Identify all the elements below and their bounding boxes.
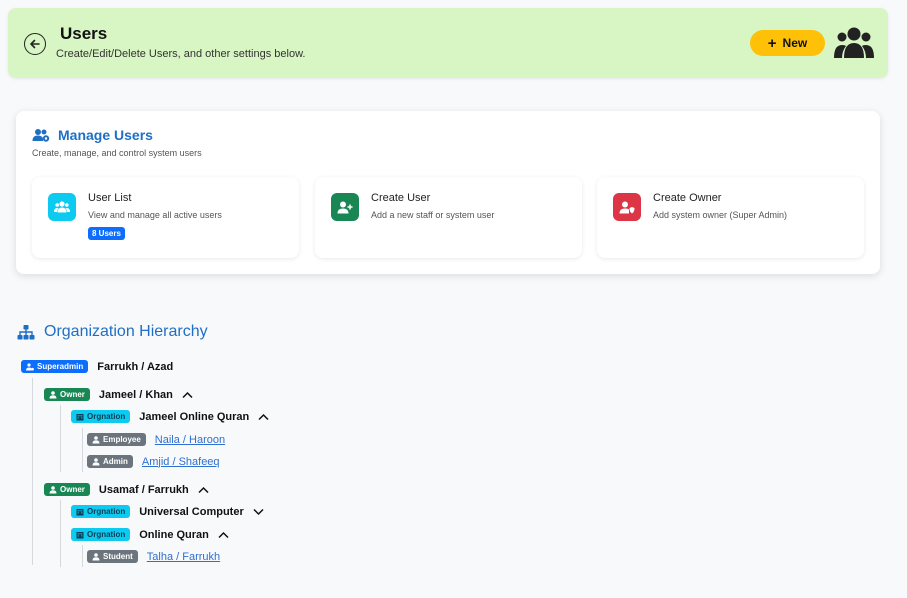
- tree-line: [82, 545, 83, 567]
- chevron-down-icon[interactable]: [253, 508, 264, 516]
- tree-line: [82, 428, 83, 472]
- owner-name: Jameel / Khan: [98, 388, 173, 401]
- owner-badge: Owner: [44, 483, 90, 496]
- user-list-subtitle: View and manage all active users: [88, 210, 222, 220]
- user-icon: [49, 390, 57, 398]
- chevron-up-icon[interactable]: [198, 486, 209, 494]
- new-button[interactable]: + New: [750, 30, 825, 56]
- user-link[interactable]: Naila / Haroon: [155, 434, 225, 446]
- user-icon: [92, 457, 100, 465]
- student-badge: Student: [87, 550, 138, 563]
- chevron-up-icon[interactable]: [182, 391, 193, 399]
- organization-name: Universal Computer: [139, 505, 244, 518]
- organization-badge: Orgnation: [71, 505, 131, 518]
- chevron-up-icon[interactable]: [218, 531, 229, 539]
- org-hierarchy-title: Organization Hierarchy: [44, 323, 208, 340]
- create-user-subtitle: Add a new staff or system user: [371, 210, 495, 220]
- back-button[interactable]: [24, 33, 46, 55]
- tree-node-organization[interactable]: Orgnation Universal Computer: [71, 505, 264, 518]
- superadmin-name: Farrukh / Azad: [97, 360, 174, 373]
- tree-node-user: Employee Naila / Haroon: [87, 433, 225, 446]
- superadmin-badge: Superadmin: [21, 360, 89, 373]
- page-title: Users: [60, 24, 108, 43]
- user-icon: [49, 485, 57, 493]
- building-icon: [76, 413, 84, 420]
- plus-icon: +: [767, 34, 777, 52]
- user-link[interactable]: Amjid / Shafeeq: [142, 456, 220, 468]
- tree-line: [60, 500, 61, 567]
- user-icon: [92, 435, 100, 443]
- create-owner-card[interactable]: Create Owner Add system owner (Super Adm…: [597, 177, 864, 258]
- tree-node-organization[interactable]: Orgnation Online Quran: [71, 528, 229, 541]
- users-icon: [48, 193, 76, 221]
- user-shield-icon: [613, 193, 641, 221]
- sitemap-icon: [17, 325, 35, 340]
- tree-node-organization[interactable]: Orgnation Jameel Online Quran: [71, 410, 269, 423]
- tree-line: [60, 405, 61, 472]
- create-user-card[interactable]: Create User Add a new staff or system us…: [315, 177, 582, 258]
- organization-badge: Orgnation: [71, 528, 131, 541]
- organization-name: Online Quran: [139, 528, 209, 541]
- page-header: Users Create/Edit/Delete Users, and othe…: [8, 8, 888, 78]
- tree-node-owner[interactable]: Owner Jameel / Khan: [44, 388, 193, 401]
- user-list-title: User List: [88, 192, 132, 204]
- user-gear-icon: [26, 362, 34, 370]
- tree-node-owner[interactable]: Owner Usamaf / Farrukh: [44, 483, 209, 496]
- user-link[interactable]: Talha / Farrukh: [147, 551, 220, 563]
- page-subtitle: Create/Edit/Delete Users, and other sett…: [56, 48, 306, 60]
- arrow-left-icon: [30, 39, 40, 49]
- user-icon: [92, 552, 100, 560]
- owner-name: Usamaf / Farrukh: [98, 483, 189, 496]
- manage-users-card: Manage Users Create, manage, and control…: [16, 111, 880, 274]
- admin-badge: Admin: [87, 455, 133, 468]
- user-count-badge: 8 Users: [88, 227, 125, 240]
- tree-node-user: Student Talha / Farrukh: [87, 550, 220, 563]
- employee-badge: Employee: [87, 433, 146, 446]
- tree-node-user: Admin Amjid / Shafeeq: [87, 455, 220, 468]
- tree-node-superadmin: Superadmin Farrukh / Azad: [21, 360, 173, 373]
- tree-line: [32, 378, 33, 565]
- user-plus-icon: [331, 193, 359, 221]
- owner-badge: Owner: [44, 388, 90, 401]
- create-owner-title: Create Owner: [653, 192, 722, 204]
- building-icon: [76, 508, 84, 515]
- users-cog-icon: [32, 129, 50, 142]
- organization-badge: Orgnation: [71, 410, 131, 423]
- user-list-card[interactable]: User List View and manage all active use…: [32, 177, 299, 258]
- chevron-up-icon[interactable]: [258, 413, 269, 421]
- create-owner-subtitle: Add system owner (Super Admin): [653, 210, 788, 220]
- manage-users-title: Manage Users: [58, 127, 153, 143]
- users-group-icon: [834, 27, 874, 58]
- create-user-title: Create User: [371, 192, 431, 204]
- new-button-label: New: [782, 36, 808, 50]
- manage-users-subtitle: Create, manage, and control system users: [32, 148, 202, 158]
- building-icon: [76, 531, 84, 538]
- organization-name: Jameel Online Quran: [139, 410, 250, 423]
